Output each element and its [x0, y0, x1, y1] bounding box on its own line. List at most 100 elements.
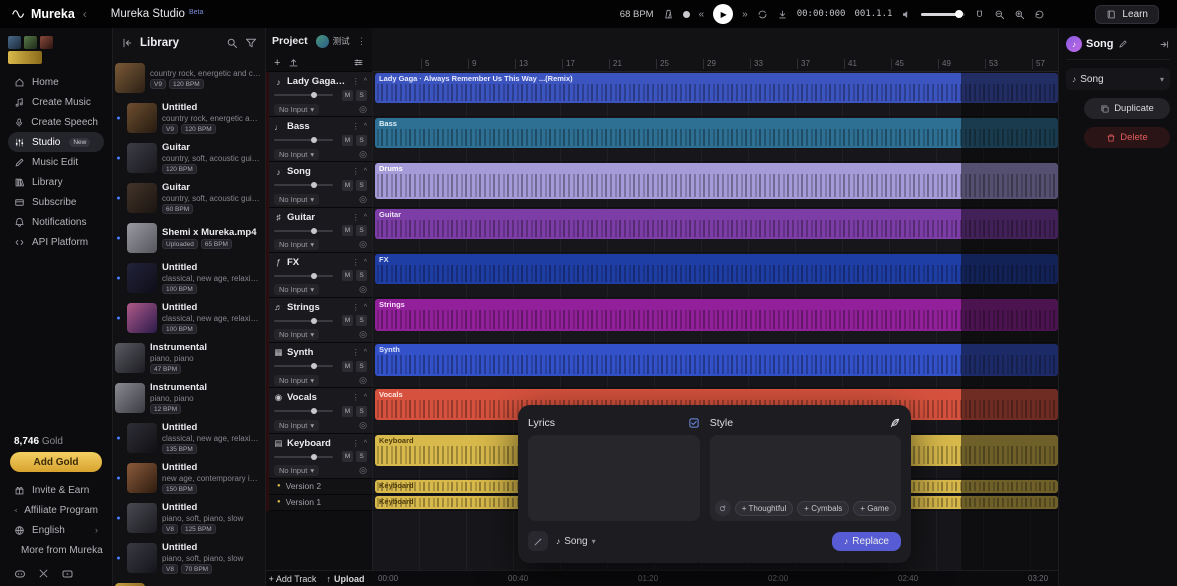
x-twitter-icon[interactable]: [38, 568, 49, 579]
track-menu-icon[interactable]: ⋮: [352, 303, 360, 312]
volume-knob[interactable]: [955, 10, 963, 18]
discord-icon[interactable]: [14, 568, 26, 580]
level-meter-icon[interactable]: ◎: [359, 420, 367, 431]
forward-button[interactable]: »: [742, 9, 748, 20]
style-tag-button[interactable]: + Thoughtful: [735, 501, 794, 516]
library-item[interactable]: ● Untitled new age, contemporary instrum…: [113, 458, 265, 498]
track-collapse-icon[interactable]: ^: [364, 259, 367, 266]
track-menu-icon[interactable]: ⋮: [352, 348, 360, 357]
add-gold-button[interactable]: Add Gold: [10, 452, 102, 472]
sidebar-item-affiliate[interactable]: Affiliate Program: [8, 500, 104, 520]
level-meter-icon[interactable]: ◎: [359, 465, 367, 476]
mureka-logo[interactable]: Mureka: [12, 7, 75, 21]
volume-slider[interactable]: [921, 13, 965, 16]
fader-knob[interactable]: [311, 137, 317, 143]
timeline-lane[interactable]: Lady Gaga · Always Remember Us This Way …: [372, 72, 1058, 117]
bar-ruler[interactable]: 5 9 13 17 21 25 29 33 37 41: [372, 28, 1058, 72]
loop-icon[interactable]: [757, 9, 768, 20]
track-header[interactable]: ♪ Lady Gaga - Always ⋮ ^ M S No Input▾: [269, 72, 372, 117]
timeline-lane[interactable]: Strings: [372, 298, 1058, 343]
recent-thumbnails[interactable]: [8, 36, 104, 49]
zoom-in-icon[interactable]: [1014, 9, 1025, 20]
input-selector[interactable]: No Input▾: [274, 194, 319, 205]
input-selector[interactable]: No Input▾: [274, 420, 319, 431]
track-collapse-icon[interactable]: ^: [364, 440, 367, 447]
library-item[interactable]: "Golden" Official Lyric Video | ...: [113, 578, 265, 586]
library-item[interactable]: ● Untitled piano, soft, piano, slow V8 7…: [113, 538, 265, 578]
fader-knob[interactable]: [311, 363, 317, 369]
level-meter-icon[interactable]: ◎: [359, 284, 367, 295]
library-item[interactable]: Instrumental piano, piano 12 BPM: [113, 378, 265, 418]
mute-button[interactable]: M: [342, 315, 353, 326]
mute-button[interactable]: M: [342, 451, 353, 462]
replace-button[interactable]: ♪ Replace: [832, 532, 901, 551]
mixer-icon[interactable]: [353, 57, 364, 68]
sidebar-item-create-music[interactable]: Create Music: [8, 92, 104, 112]
library-item[interactable]: ● Shemi x Mureka.mp4 Uploaded 65 BPM: [113, 218, 265, 258]
solo-button[interactable]: S: [356, 361, 367, 372]
project-menu-icon[interactable]: ⋮: [357, 36, 366, 47]
style-tag-button[interactable]: + Cymbals: [797, 501, 849, 516]
audio-clip[interactable]: Drums: [375, 163, 1058, 199]
audio-clip[interactable]: Synth: [375, 344, 1058, 376]
fader-knob[interactable]: [311, 408, 317, 414]
volume-icon[interactable]: [901, 9, 912, 20]
sidebar-item-api-platform[interactable]: API Platform: [8, 232, 104, 252]
library-item[interactable]: ● Untitled classical, new age, relaxing,…: [113, 418, 265, 458]
sidebar-item-create-speech[interactable]: Create Speech: [8, 112, 104, 132]
track-volume-fader[interactable]: [274, 94, 333, 96]
mute-button[interactable]: M: [342, 135, 353, 146]
sidebar-item-studio[interactable]: Studio New: [8, 132, 104, 152]
sidebar-item-language[interactable]: English ›: [8, 520, 104, 540]
audio-clip[interactable]: FX: [375, 254, 1058, 284]
library-item[interactable]: ● Untitled classical, new age, relaxing,…: [113, 298, 265, 338]
track-header[interactable]: ♯ Guitar ⋮ ^ M S No Input▾ ◎: [269, 208, 372, 253]
record-button[interactable]: [683, 11, 690, 18]
solo-button[interactable]: S: [356, 135, 367, 146]
track-collapse-icon[interactable]: ^: [364, 123, 367, 130]
timeline-lane[interactable]: Synth: [372, 343, 1058, 388]
fader-knob[interactable]: [311, 228, 317, 234]
rewind-button[interactable]: «: [699, 9, 705, 20]
fader-knob[interactable]: [311, 182, 317, 188]
fader-knob[interactable]: [311, 273, 317, 279]
track-volume-fader[interactable]: [274, 184, 333, 186]
duplicate-button[interactable]: Duplicate: [1084, 98, 1170, 119]
play-button[interactable]: ▶: [713, 4, 733, 24]
track-header[interactable]: ▦ Synth ⋮ ^ M S No Input▾ ◎: [269, 343, 372, 388]
collapse-panel-icon[interactable]: [121, 37, 133, 49]
solo-button[interactable]: S: [356, 180, 367, 191]
magnet-icon[interactable]: [974, 9, 985, 20]
recent-thumbnail-wide[interactable]: [8, 51, 42, 64]
audio-clip[interactable]: Strings: [375, 299, 1058, 331]
track-header[interactable]: ƒ FX ⋮ ^ M S No Input▾ ◎: [269, 253, 372, 298]
feather-icon[interactable]: [889, 417, 901, 429]
input-selector[interactable]: No Input▾: [274, 329, 319, 340]
track-volume-fader[interactable]: [274, 139, 333, 141]
sidebar-item-home[interactable]: Home: [8, 72, 104, 92]
track-volume-fader[interactable]: [274, 410, 333, 412]
library-item[interactable]: ● Guitar country, soft, acoustic guitar,…: [113, 178, 265, 218]
level-meter-icon[interactable]: ◎: [359, 375, 367, 386]
level-meter-icon[interactable]: ◎: [359, 149, 367, 160]
mute-button[interactable]: M: [342, 225, 353, 236]
sidebar-item-more-from-mureka[interactable]: More from Mureka: [8, 540, 104, 560]
magic-wand-button[interactable]: [528, 531, 548, 551]
track-collapse-icon[interactable]: ^: [364, 304, 367, 311]
fader-knob[interactable]: [311, 318, 317, 324]
input-selector[interactable]: No Input▾: [274, 465, 319, 476]
recent-thumbnail[interactable]: [24, 36, 37, 49]
track-collapse-icon[interactable]: ^: [364, 168, 367, 175]
solo-button[interactable]: S: [356, 406, 367, 417]
filter-icon[interactable]: [245, 37, 257, 49]
fader-knob[interactable]: [311, 92, 317, 98]
library-item[interactable]: country rock, energetic and confident ..…: [113, 58, 265, 98]
track-collapse-icon[interactable]: ^: [364, 394, 367, 401]
mute-button[interactable]: M: [342, 180, 353, 191]
track-header[interactable]: ♬ Strings ⋮ ^ M S No Input▾ ◎: [269, 298, 372, 343]
version-row[interactable]: ● Version 1: [269, 495, 372, 511]
youtube-icon[interactable]: [61, 568, 74, 580]
song-dropdown[interactable]: ♪ Song ▾: [1066, 68, 1170, 90]
upload-button[interactable]: ↑ Upload: [319, 574, 372, 584]
refresh-tags-button[interactable]: [715, 500, 731, 516]
